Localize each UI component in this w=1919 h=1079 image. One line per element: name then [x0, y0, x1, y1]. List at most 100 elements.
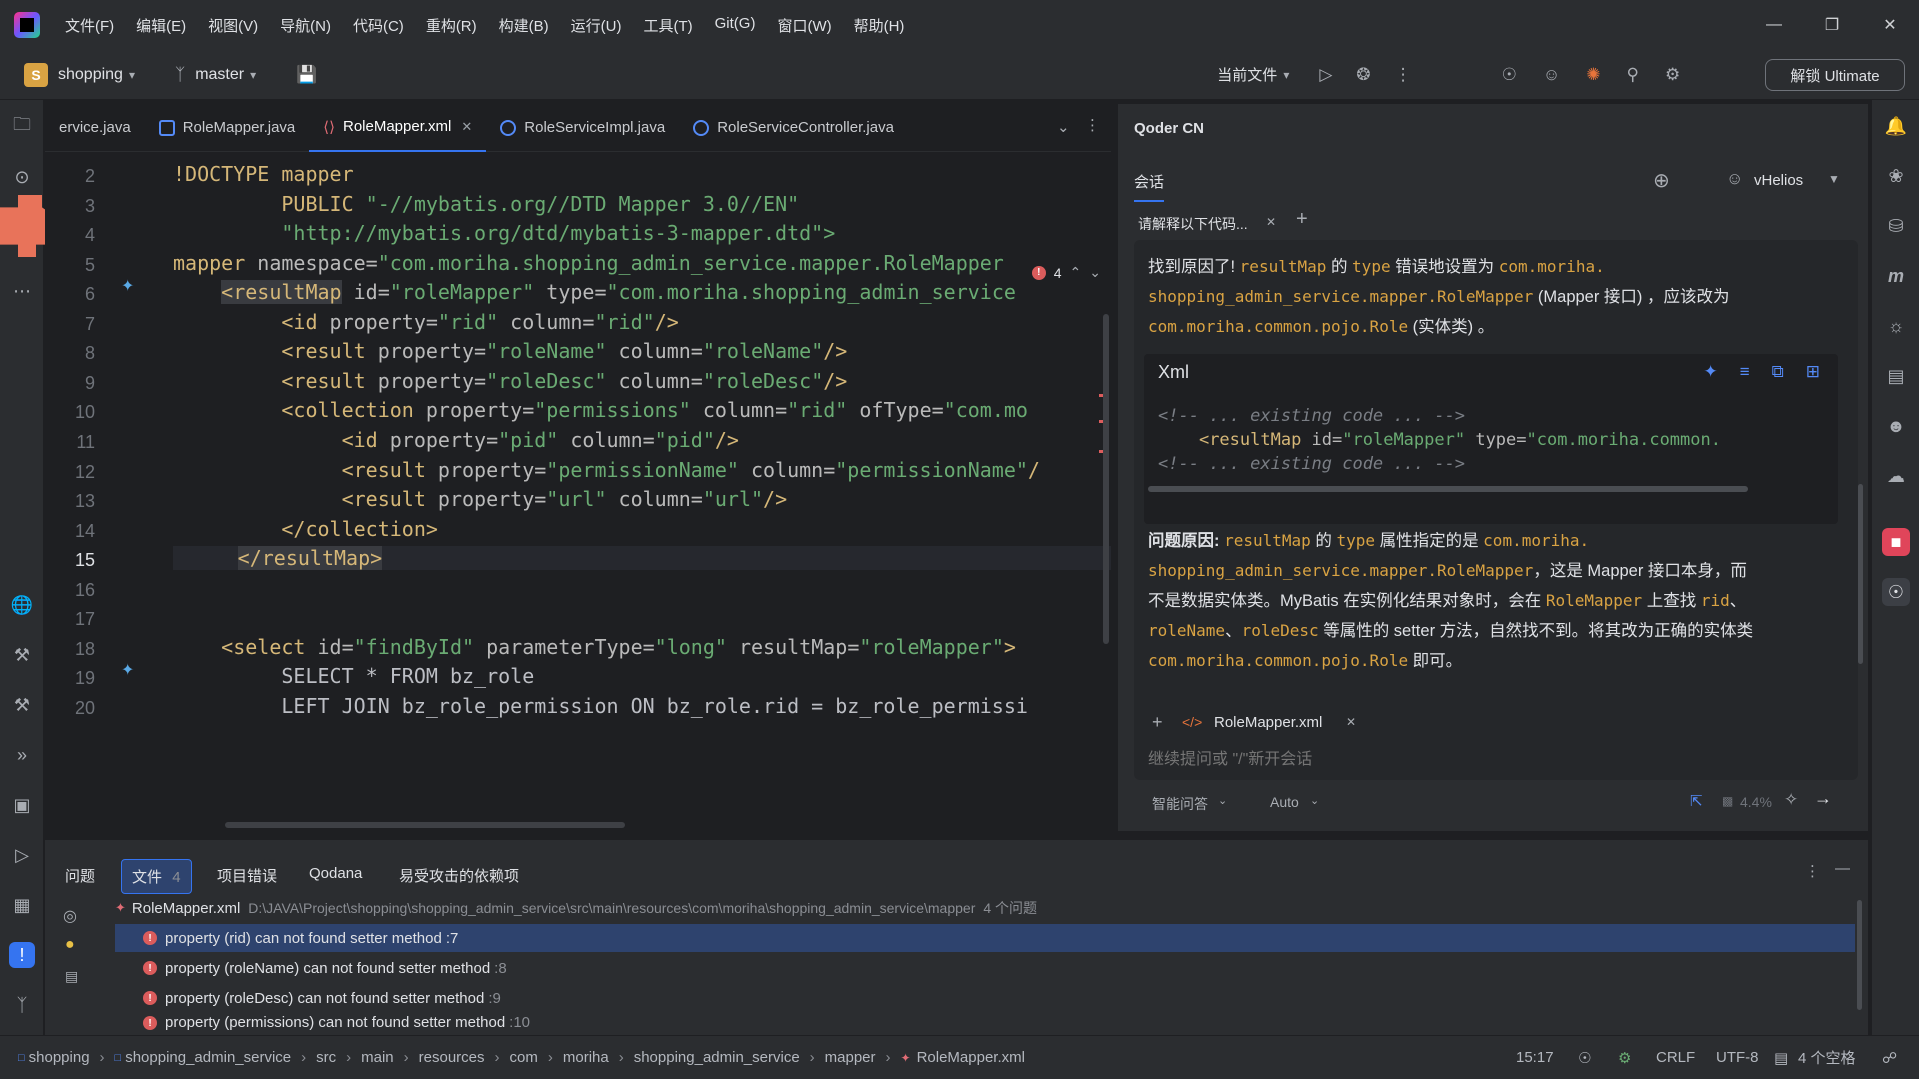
user-menu[interactable]: vHelios — [1754, 172, 1803, 189]
build-icon[interactable]: ⚒ — [9, 642, 35, 668]
problems-scrollbar[interactable] — [1857, 900, 1862, 1010]
ai-assistant-icon[interactable]: ❀ — [1882, 162, 1910, 190]
bot-icon[interactable]: ☻ — [1882, 412, 1910, 440]
plugin-status-icon[interactable]: ⚙ — [1618, 1049, 1631, 1067]
problem-file-row[interactable]: ✦ RoleMapper.xml D:\JAVA\Project\shoppin… — [115, 894, 1855, 922]
more-tools-icon[interactable]: ⋯ — [9, 278, 35, 304]
tab-vulnerable-deps[interactable]: 易受攻击的依赖项 — [389, 859, 529, 892]
cloud-icon[interactable]: ☁ — [1882, 462, 1910, 490]
breadcrumb-item[interactable]: RoleMapper.xml — [917, 1049, 1025, 1066]
problem-row[interactable]: ! property (roleDesc) can not found sette… — [115, 984, 1855, 1012]
breadcrumb-item[interactable]: shopping_admin_service — [634, 1049, 800, 1066]
services-icon[interactable]: » — [9, 742, 35, 768]
focus-icon[interactable]: ⇱ — [1690, 792, 1703, 810]
chat-input[interactable] — [1148, 744, 1838, 776]
tabs-dropdown-icon[interactable]: ⌄ — [1057, 118, 1070, 136]
context-file-chip[interactable]: RoleMapper.xml — [1214, 714, 1322, 731]
problems-icon[interactable]: ! — [9, 942, 35, 968]
editor-horizontal-scrollbar[interactable] — [225, 822, 625, 828]
run-icon[interactable]: ▷ — [1319, 65, 1332, 85]
breadcrumb-item[interactable]: resources — [419, 1049, 485, 1066]
minimize-icon[interactable]: — — [1745, 0, 1803, 50]
menu-git[interactable]: Git(G) — [715, 15, 756, 36]
tools-icon[interactable]: ⚒ — [9, 692, 35, 718]
add-session-icon[interactable]: + — [1296, 208, 1308, 231]
chevron-down-icon[interactable]: ▼ — [1828, 172, 1840, 186]
add-context-icon[interactable]: + — [1152, 712, 1163, 733]
menu-window[interactable]: 窗口(W) — [777, 15, 831, 36]
breadcrumb-item[interactable]: moriha — [563, 1049, 609, 1066]
database-icon[interactable]: ⛁ — [1882, 212, 1910, 240]
tab-roleserviceimpl-java[interactable]: RoleServiceImpl.java — [486, 104, 679, 152]
maximize-icon[interactable]: ❐ — [1803, 0, 1861, 50]
commit-icon[interactable]: ⊙ — [9, 164, 35, 190]
menu-run[interactable]: 运行(U) — [571, 15, 622, 36]
qoder-icon[interactable]: ☉ — [1882, 578, 1910, 606]
ai-apply-icon[interactable]: ✦ — [1703, 362, 1717, 382]
debug-icon[interactable]: ❂ — [1356, 65, 1370, 85]
menu-tools[interactable]: 工具(T) — [643, 15, 692, 36]
packages-icon[interactable]: ▣ — [9, 792, 35, 818]
tab-roleservicecontroller-java[interactable]: RoleServiceController.java — [679, 104, 908, 152]
send-icon[interactable]: → — [1814, 788, 1832, 809]
bulb-icon[interactable]: ● — [65, 936, 75, 954]
menu-refactor[interactable]: 重构(R) — [426, 15, 477, 36]
menu-file[interactable]: 文件(F) — [65, 15, 114, 36]
maven-icon[interactable]: m — [1882, 262, 1910, 290]
terminal-icon[interactable]: ▦ — [9, 892, 35, 918]
tab-conversation[interactable]: 会话 — [1134, 171, 1165, 202]
close-icon[interactable]: ✕ — [1861, 0, 1919, 50]
code-scrollbar[interactable] — [1148, 486, 1748, 492]
breadcrumb-item[interactable]: mapper — [825, 1049, 876, 1066]
settings-icon[interactable]: ⚙ — [1665, 65, 1680, 85]
breadcrumb-item[interactable]: main — [361, 1049, 394, 1066]
new-file-icon[interactable]: ⊞ — [1806, 362, 1820, 382]
problem-row[interactable]: ! property (roleName) can not found sette… — [115, 954, 1855, 982]
panel-minimize-icon[interactable]: — — [1835, 860, 1850, 877]
sparkle-icon[interactable]: ✺ — [1586, 65, 1600, 85]
tab-file[interactable]: 文件 4 — [121, 859, 192, 894]
breadcrumb-item[interactable]: shopping — [29, 1049, 90, 1066]
tab-problems[interactable]: 问题 — [55, 859, 105, 892]
unlock-ultimate-button[interactable]: 解锁 Ultimate — [1765, 59, 1905, 91]
add-user-icon[interactable]: ☺ — [1543, 65, 1560, 85]
mybatis-bird-icon[interactable]: ✦ — [121, 660, 134, 680]
menu-navigate[interactable]: 导航(N) — [280, 15, 331, 36]
editor-vertical-scrollbar[interactable] — [1103, 314, 1109, 644]
tab-rolemapper-xml[interactable]: ⟨⟩ RoleMapper.xml ✕ — [309, 104, 487, 152]
lock-icon[interactable]: ☍ — [1882, 1049, 1897, 1067]
code-area[interactable]: !DOCTYPE mapper PUBLIC "-//mybatis.org//… — [173, 152, 1111, 831]
menu-build[interactable]: 构建(B) — [499, 15, 549, 36]
file-encoding[interactable]: UTF-8 — [1716, 1049, 1759, 1066]
menu-view[interactable]: 视图(V) — [208, 15, 258, 36]
tab-service-java[interactable]: ervice.java — [45, 104, 145, 152]
more-icon[interactable]: ⋮ — [1395, 65, 1412, 85]
insert-icon[interactable]: ≡ — [1740, 362, 1750, 382]
copy-icon[interactable]: ⧉ — [1772, 362, 1784, 382]
tab-rolemapper-java[interactable]: RoleMapper.java — [145, 104, 310, 152]
breadcrumb-item[interactable]: shopping_admin_service — [125, 1049, 291, 1066]
menu-code[interactable]: 代码(C) — [353, 15, 404, 36]
breadcrumb-item[interactable]: src — [316, 1049, 336, 1066]
mode-selector[interactable]: 智能问答 — [1152, 794, 1208, 814]
plugin-red-icon[interactable]: ■ — [1882, 528, 1910, 556]
eye-icon[interactable]: ◎ — [63, 906, 77, 926]
tabs-more-icon[interactable]: ⋮ — [1085, 116, 1100, 134]
model-selector[interactable]: Auto — [1270, 794, 1299, 810]
tab-project-errors[interactable]: 项目错误 — [207, 859, 287, 892]
enhance-icon[interactable]: ✧ — [1784, 790, 1798, 810]
folder-icon[interactable]: 🗀 — [9, 114, 35, 140]
new-chat-icon[interactable]: ⊕ — [1653, 168, 1670, 193]
details-icon[interactable]: ▤ — [65, 968, 78, 985]
breadcrumb-item[interactable]: com — [510, 1049, 538, 1066]
run-panel-icon[interactable]: ▷ — [9, 842, 35, 868]
ai-icon[interactable]: ☉ — [1502, 65, 1517, 85]
ai-status-icon[interactable]: ☉ — [1578, 1049, 1591, 1067]
menu-edit[interactable]: 编辑(E) — [136, 15, 186, 36]
line-separator[interactable]: CRLF — [1656, 1049, 1695, 1066]
panel-more-icon[interactable]: ⋮ — [1805, 862, 1820, 880]
chat-scrollbar[interactable] — [1858, 484, 1863, 664]
session-tab[interactable]: 请解释以下代码... — [1138, 214, 1248, 234]
notifications-icon[interactable]: 🔔 — [1882, 112, 1910, 140]
problem-row[interactable]: ! property (rid) can not found setter met… — [115, 924, 1855, 952]
